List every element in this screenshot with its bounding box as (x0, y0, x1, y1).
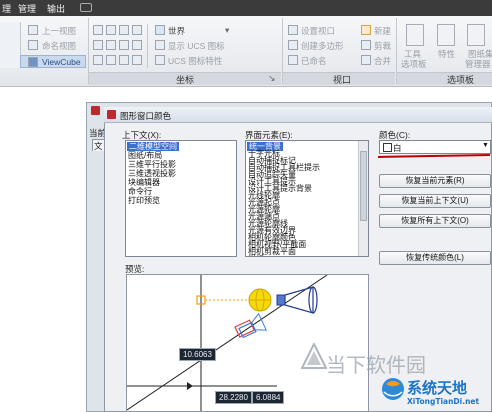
ucs-icon-properties-button[interactable]: UCS 图标特性 (168, 55, 222, 67)
viewcube-label: ViewCube (42, 57, 81, 67)
named-viewport-icon (288, 55, 298, 65)
color-dropdown[interactable]: 白 ▼ (379, 140, 491, 154)
menu-item-manage[interactable]: 管理 (18, 2, 36, 15)
watermark-site-name: 当下软件园 (326, 353, 426, 377)
ucs-icon-8[interactable] (132, 40, 142, 50)
ucs-icon-10[interactable] (106, 55, 116, 65)
new-viewport-icon (361, 25, 371, 35)
named-views-icon[interactable] (28, 40, 38, 50)
panel-expand-icon[interactable]: ↘ (268, 73, 276, 84)
ucs-icon-12[interactable] (132, 55, 142, 65)
chevron-down-icon[interactable]: ▾ (225, 25, 229, 36)
list-item[interactable]: 命令行 (128, 187, 152, 196)
restore-current-element-button[interactable]: 恢复当前元素(R) (379, 174, 491, 188)
restore-all-contexts-button[interactable]: 恢复所有上下文(O) (379, 214, 491, 228)
palette-panel-title: 选项板 (447, 75, 475, 85)
partial-tool-column (0, 22, 21, 68)
dialog-title: 图形窗口颜色 (120, 111, 172, 121)
tool-palette-icon[interactable] (406, 24, 424, 46)
properties-label: 特性 (438, 49, 456, 59)
menu-item-partial[interactable]: 理 (2, 2, 11, 15)
tool-palette-label-2: 选项板 (401, 59, 427, 69)
ucs-icon-9[interactable] (93, 55, 103, 65)
show-ucs-icon-button[interactable]: 显示 UCS 图标 (168, 40, 225, 52)
ucs-icon-7[interactable] (119, 40, 129, 50)
sheet-set-label-2: 管理器 (465, 59, 491, 69)
scrollbar-thumb[interactable] (360, 151, 367, 221)
grip-arrow (187, 382, 193, 390)
watermark-globe-icon (382, 378, 404, 400)
dynamic-input-value: 28.2280 (215, 391, 252, 404)
watermark-brand: 系统天地 (407, 379, 468, 397)
sheet-set-icon[interactable] (467, 24, 485, 46)
chevron-down-icon: ▼ (482, 142, 489, 149)
ucs-icon-11[interactable] (119, 55, 129, 65)
restore-classic-colors-button[interactable]: 恢复传统颜色(L) (379, 251, 491, 265)
merge-icon (361, 55, 371, 65)
list-item[interactable]: 光标 (248, 254, 264, 256)
color-swatch (383, 143, 392, 152)
named-viewports-button[interactable]: 已命名 (301, 55, 327, 67)
autocad-logo-icon (107, 110, 116, 119)
restore-current-context-button[interactable]: 恢复当前上下文(U) (379, 194, 491, 208)
viewport-panel-title: 视口 (333, 75, 352, 85)
ucs-inner-separator (147, 24, 148, 68)
ucs-icon-1[interactable] (93, 25, 103, 35)
context-listbox[interactable]: 二维模型空间 图纸/布局 三维平行投影 三维透视投影 块编辑器 命令行 打印预览 (125, 140, 237, 257)
watermark-logo-icon (301, 343, 327, 369)
set-viewport-icon (288, 25, 298, 35)
camera-glyph (234, 312, 268, 339)
options-tab-label: 文 (94, 141, 103, 151)
ucs-props-icon (155, 55, 165, 65)
menu-item-output[interactable]: 输出 (47, 2, 65, 15)
show-ucs-icon (155, 40, 165, 50)
clip-icon (361, 40, 371, 50)
interface-element-listbox[interactable]: 统一背景 十字光标 自动捕捉标记 自动捕捉工具栏提示 自动追踪矢量 设计工具提示… (245, 140, 369, 257)
world-ucs-dropdown[interactable]: 世界 (168, 25, 185, 37)
viewcube-icon (28, 57, 38, 67)
clip-button[interactable]: 剪裁 (374, 40, 391, 52)
set-viewport-dropdown[interactable]: 设置视口 (301, 25, 335, 37)
color-value: 白 (393, 143, 402, 153)
autocad-logo-icon (91, 106, 100, 115)
ucs-icon-4[interactable] (132, 25, 142, 35)
list-item[interactable]: 打印预览 (128, 196, 160, 205)
ucs-panel-title: 坐标 (176, 75, 195, 85)
list-item[interactable]: 图纸/布局 (128, 151, 162, 160)
merge-button[interactable]: 合并 (374, 55, 391, 67)
previous-view-button[interactable]: 上一视图 (42, 25, 76, 37)
palette-panel-title-bar (397, 72, 492, 85)
watermark-url: XiTongTianDi.net (407, 397, 480, 406)
create-polygon-icon (288, 40, 298, 50)
list-item[interactable]: 二维模型空间 (127, 142, 179, 151)
properties-icon[interactable] (437, 24, 455, 46)
ucs-icon-6[interactable] (106, 40, 116, 50)
world-ucs-icon (155, 25, 165, 35)
named-views-button[interactable]: 命名视图 (42, 40, 76, 52)
spotlight-body (276, 294, 286, 306)
menu-bar: 理 管理 输出 (0, 0, 492, 16)
preview-panel: 10.6063 28.2280 6.0884 (126, 274, 369, 412)
previous-view-icon[interactable] (28, 25, 38, 35)
dynamic-input-value: 10.6063 (179, 348, 216, 361)
new-viewport-button[interactable]: 新建 (374, 25, 391, 37)
dynamic-input-value: 6.0884 (252, 391, 285, 404)
diagonal-line (127, 275, 328, 411)
ucs-icon-5[interactable] (93, 40, 103, 50)
ucs-icon-3[interactable] (119, 25, 129, 35)
list-item[interactable]: 三维平行投影 (128, 160, 176, 169)
list-item[interactable]: 三维透视投影 (128, 169, 176, 178)
ribbon-toggle-icon[interactable] (80, 3, 92, 12)
list-item[interactable]: 块编辑器 (128, 178, 160, 187)
create-polygon-button[interactable]: 创建多边形 (301, 40, 344, 52)
ucs-icon-2[interactable] (106, 25, 116, 35)
